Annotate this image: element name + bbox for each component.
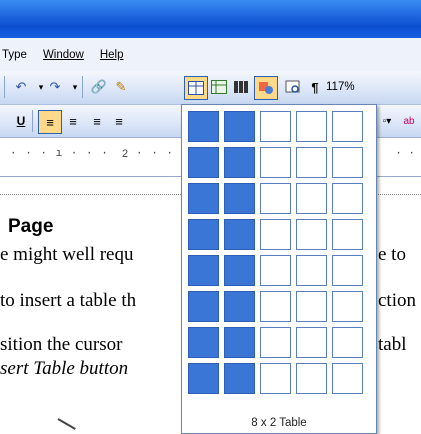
toolbar-separator [32,110,33,132]
table-grid-cell[interactable] [188,147,219,178]
show-hide-formatting-icon[interactable]: ¶ [304,76,326,98]
table-grid-cell[interactable] [224,291,255,322]
align-right-icon[interactable]: ≡ [86,110,108,132]
columns-icon[interactable] [230,76,252,98]
tables-borders-icon[interactable]: ✎ [110,76,132,98]
table-grid-cell[interactable] [188,363,219,394]
table-grid-cell[interactable] [224,111,255,142]
table-grid-cell[interactable] [332,291,363,322]
table-grid-cell[interactable] [332,219,363,250]
table-size-label: 8 x 2 Table [251,417,307,429]
ruler-ticks-right: · · [395,148,415,160]
table-grid-cell[interactable] [296,291,327,322]
body-line-1: e might well requ [0,244,134,265]
table-grid-cell[interactable] [260,291,291,322]
menu-item-type[interactable]: Type [0,49,35,61]
underline-icon[interactable]: U [10,110,32,132]
table-grid-cell[interactable] [332,147,363,178]
insert-table-icon[interactable] [184,76,208,100]
table-grid-cell[interactable] [296,255,327,286]
menu-item-help[interactable]: Help [92,49,132,61]
redo-icon[interactable]: ↷ [44,76,66,98]
table-grid-cell[interactable] [188,327,219,358]
align-center-icon[interactable]: ≡ [62,110,84,132]
table-grid-cell[interactable] [188,255,219,286]
outside-border-icon[interactable]: ▫▾ [376,110,398,132]
page-heading: Page [8,216,54,237]
ruler-ticks-left: · · · ı · · · [10,148,117,160]
table-grid-cell[interactable] [260,183,291,214]
document-map-icon[interactable] [282,76,304,98]
table-grid-cell[interactable] [332,183,363,214]
table-grid-cell[interactable] [188,291,219,322]
table-grid-cell[interactable] [260,147,291,178]
justify-icon[interactable]: ≡ [108,110,130,132]
hyperlink-icon[interactable]: 🔗 [88,76,110,98]
table-grid-cell[interactable] [224,363,255,394]
title-bar [0,0,421,38]
body-line-4: sert Table button [0,358,129,379]
insert-excel-sheet-icon[interactable] [208,76,230,98]
toolbar-separator [82,76,83,98]
table-grid-cell[interactable] [296,183,327,214]
table-grid-cell[interactable] [296,219,327,250]
menu-bar: Type Window Help [0,38,421,71]
highlight-icon[interactable]: ab [398,110,420,132]
table-grid-cell[interactable] [260,327,291,358]
table-grid-cell[interactable] [332,111,363,142]
toolbar-separator [4,76,5,98]
table-grid-cell[interactable] [332,255,363,286]
table-grid-cell[interactable] [296,147,327,178]
body-fragment-3: tabl [378,334,407,355]
ruler-number: 2 [122,148,129,160]
body-fragment-1: e to [378,244,406,265]
table-grid-cell[interactable] [224,255,255,286]
table-grid-cell[interactable] [224,147,255,178]
table-grid-cell[interactable] [296,111,327,142]
table-grid-cell[interactable] [188,219,219,250]
table-grid-cell[interactable] [260,255,291,286]
body-line-2: to insert a table th [0,290,137,311]
undo-icon[interactable]: ↶ [10,76,32,98]
body-line-3: sition the cursor [0,334,123,355]
standard-toolbar: ↶ ▾ ↷ ▾ 🔗 ✎ ¶ 117% [0,71,421,105]
table-grid-cell[interactable] [224,219,255,250]
table-grid-cell[interactable] [224,183,255,214]
menu-item-window[interactable]: Window [35,49,92,61]
align-left-icon[interactable]: ≡ [38,110,62,134]
table-grid-cell[interactable] [260,219,291,250]
drawing-icon[interactable] [254,76,278,100]
ruler-ticks-mid: · · · [136,148,175,160]
table-grid-cell[interactable] [224,327,255,358]
table-grid-cell[interactable] [260,111,291,142]
body-fragment-2: ction [378,290,416,311]
insert-table-picker: 8 x 2 Table [181,104,377,434]
table-grid-cell[interactable] [296,363,327,394]
table-grid-cell[interactable] [332,363,363,394]
table-grid-cell[interactable] [188,111,219,142]
table-grid-cell[interactable] [188,183,219,214]
table-grid-cell[interactable] [296,327,327,358]
zoom-box[interactable]: 117% [326,81,355,93]
table-grid-cell[interactable] [332,327,363,358]
table-grid-cell[interactable] [260,363,291,394]
